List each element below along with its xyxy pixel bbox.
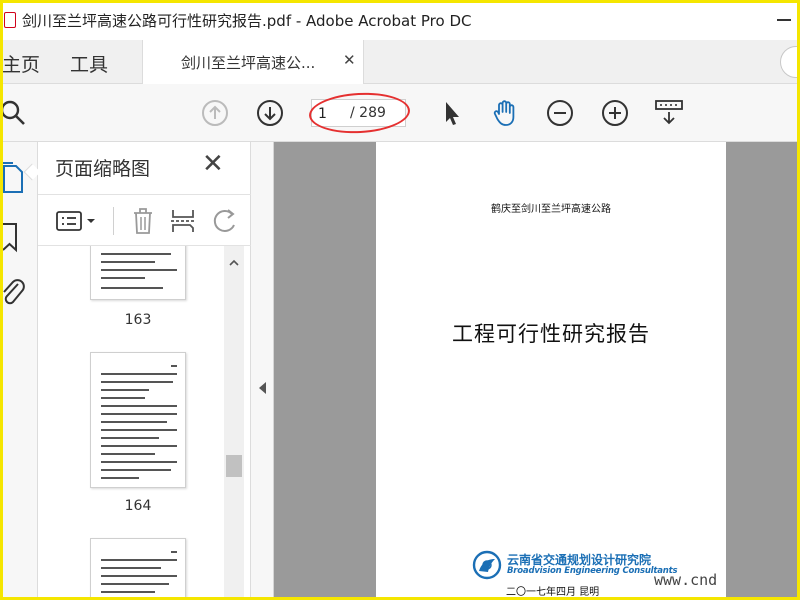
close-panel-icon[interactable]: ✕ bbox=[202, 151, 224, 177]
hand-tool-icon[interactable] bbox=[488, 96, 522, 130]
page-thumbnail[interactable] bbox=[90, 246, 186, 300]
tab-bar: 主页 工具 剑川至兰坪高速公... ✕ bbox=[0, 40, 800, 84]
page-thumbnail[interactable] bbox=[90, 538, 186, 600]
zoom-in-icon[interactable] bbox=[598, 96, 632, 130]
minimize-button[interactable] bbox=[772, 8, 796, 32]
pdf-page: 鹤庆至剑川至兰坪高速公路 工程可行性研究报告 云南省交通规划设计研究院 Broa… bbox=[376, 142, 726, 600]
bookmarks-icon[interactable] bbox=[0, 220, 26, 254]
collapse-panel-button[interactable] bbox=[251, 142, 274, 600]
tab-document-label: 剑川至兰坪高速公... bbox=[181, 54, 316, 72]
thumbnail-page-label: 163 bbox=[124, 312, 152, 328]
page-thumbnails-icon[interactable] bbox=[0, 162, 26, 196]
rotate-page-icon[interactable] bbox=[210, 205, 240, 237]
window-title: 剑川至兰坪高速公路可行性研究报告.pdf - Adobe Acrobat Pro… bbox=[22, 12, 472, 30]
zoom-out-icon[interactable] bbox=[543, 96, 577, 130]
close-tab-icon[interactable]: ✕ bbox=[343, 51, 356, 69]
thumbnail-scrollbar[interactable] bbox=[224, 246, 244, 600]
annotation-ellipse bbox=[308, 90, 411, 136]
attachments-icon[interactable] bbox=[0, 276, 26, 310]
report-title: 工程可行性研究报告 bbox=[452, 322, 650, 346]
extract-pages-icon[interactable] bbox=[168, 205, 198, 237]
options-menu-icon[interactable] bbox=[54, 205, 100, 237]
institute-name-en: Broadvision Engineering Consultants bbox=[507, 566, 678, 576]
new-tab-button[interactable] bbox=[780, 46, 800, 78]
title-bar: 剑川至兰坪高速公路可行性研究报告.pdf - Adobe Acrobat Pro… bbox=[0, 0, 800, 40]
next-page-icon[interactable] bbox=[253, 96, 287, 130]
watermark-text: www.cnd bbox=[654, 571, 718, 589]
collapse-arrow-icon bbox=[259, 382, 266, 394]
select-cursor-icon[interactable] bbox=[434, 96, 468, 130]
page-thumbnail[interactable] bbox=[90, 352, 186, 488]
tab-tools[interactable]: 工具 bbox=[70, 50, 108, 77]
delete-page-icon[interactable] bbox=[128, 205, 158, 237]
tab-document[interactable]: 剑川至兰坪高速公... ✕ bbox=[142, 40, 364, 84]
project-subtitle: 鹤庆至剑川至兰坪高速公路 bbox=[491, 204, 611, 215]
institute-logo-icon bbox=[472, 550, 502, 580]
tab-home[interactable]: 主页 bbox=[2, 50, 40, 77]
report-date: 二〇一七年四月 昆明 bbox=[506, 587, 600, 598]
scrollbar-thumb[interactable] bbox=[226, 455, 242, 477]
search-icon[interactable] bbox=[0, 96, 30, 130]
navigation-strip bbox=[0, 142, 41, 600]
thumbnail-list: 163 164 bbox=[38, 246, 223, 600]
acrobat-app-icon bbox=[4, 12, 16, 28]
toolbar: / 289 bbox=[0, 84, 800, 142]
scroll-mode-icon[interactable] bbox=[652, 96, 686, 130]
document-viewer: 鹤庆至剑川至兰坪高速公路 工程可行性研究报告 云南省交通规划设计研究院 Broa… bbox=[251, 142, 800, 600]
previous-page-icon[interactable] bbox=[198, 96, 232, 130]
toolbar-divider bbox=[113, 207, 114, 235]
page-thumbnails-panel: 页面缩略图 ✕ 163 164 bbox=[38, 142, 251, 600]
panel-toolbar bbox=[38, 194, 251, 246]
thumbnail-page-label: 164 bbox=[124, 498, 152, 514]
scroll-up-icon[interactable] bbox=[228, 254, 240, 266]
panel-title: 页面缩略图 bbox=[55, 158, 151, 180]
